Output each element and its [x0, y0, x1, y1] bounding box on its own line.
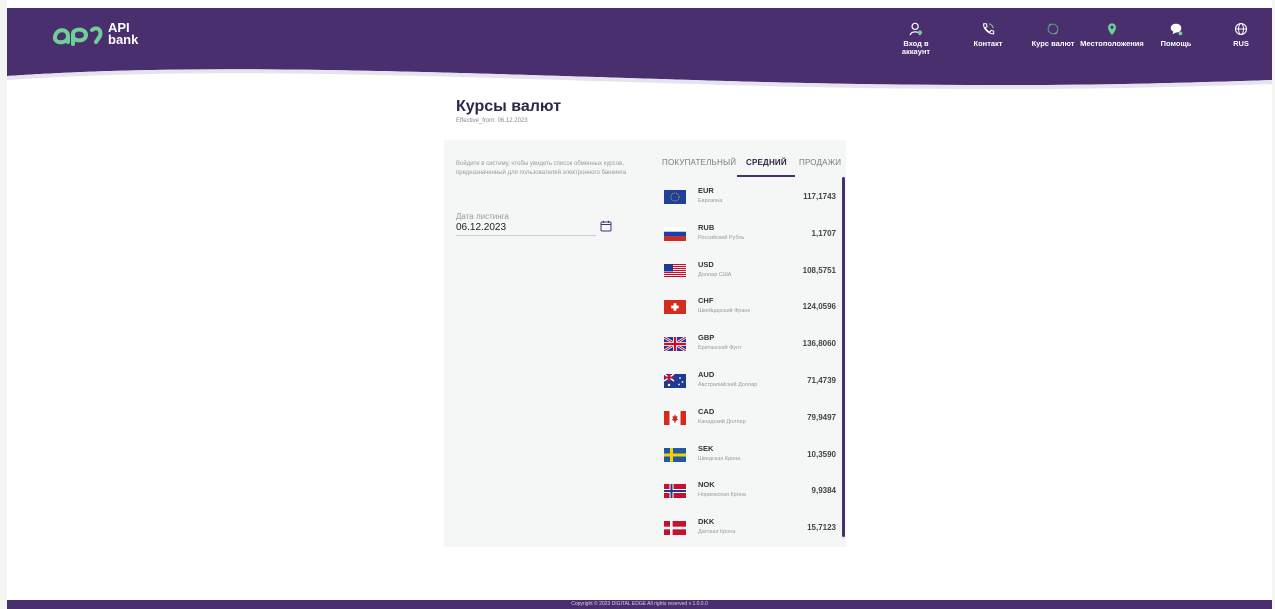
flag-dk-icon — [664, 521, 686, 536]
header-wave-decoration — [7, 69, 1272, 92]
flag-ca-icon — [664, 410, 686, 425]
logo-mark-icon — [53, 26, 103, 46]
flag-ch-icon — [664, 300, 686, 315]
flag-eu-icon — [664, 190, 686, 204]
currency-code: AUD — [698, 370, 715, 379]
flag-us-icon — [664, 263, 686, 278]
nav-locations-label: Местоположения — [1080, 39, 1144, 48]
active-tab-indicator — [737, 175, 795, 177]
rate-row-nok: NOK Норвежская Крона 9,9384 — [664, 476, 842, 512]
currency-code: GBP — [698, 333, 715, 343]
window-frame-left — [0, 0, 7, 609]
rate-value: 136,8060 — [802, 339, 836, 349]
tab-buying[interactable]: ПОКУПАТЕЛЬНЫЙ — [662, 158, 736, 167]
flag-se-icon — [664, 447, 686, 462]
rate-row-dkk: DKK Датская Крона 15,7123 — [664, 513, 842, 549]
bank-logo[interactable]: API bank — [52, 21, 139, 47]
currency-code: SEK — [698, 443, 714, 453]
currency-name: Еврозона — [698, 198, 723, 204]
location-pin-icon — [1108, 23, 1116, 36]
rate-value: 9,9384 — [811, 486, 836, 496]
nav-language-label: RUS — [1233, 39, 1249, 48]
currency-name: Датская Крона — [698, 529, 736, 536]
phone-icon — [983, 23, 995, 35]
currency-name: Британский Фунт — [698, 345, 742, 352]
nav-exchange-rates[interactable]: Курс валют — [1028, 22, 1078, 48]
currency-code: NOK — [698, 480, 715, 490]
logo-text-bank: bank — [108, 32, 139, 47]
currency-name: Шведская Крона — [698, 455, 741, 462]
currency-name: Канадский Доллар — [698, 418, 746, 425]
rate-row-eur: EUR Еврозона 117,1743 — [664, 182, 842, 218]
login-hint-text: Войдите в систему, чтобы увидеть список … — [456, 161, 627, 176]
rate-row-gbp: GBP Британский Фунт 136,8060 — [664, 329, 842, 365]
currency-name: Норвежская Крона — [698, 492, 746, 499]
logo-text: API bank — [108, 21, 139, 47]
top-header: API bank — [7, 8, 1272, 92]
currency-name: Доллар США — [698, 271, 732, 278]
nav-contact[interactable]: Контакт — [968, 22, 1008, 48]
rate-value: 10,3590 — [807, 449, 836, 459]
flag-gb-icon — [664, 337, 686, 352]
flag-no-icon — [664, 484, 686, 499]
tab-middle[interactable]: СРЕДНИЙ — [746, 158, 787, 167]
rate-value: 124,0596 — [802, 302, 836, 312]
flag-au-icon — [664, 374, 686, 388]
user-icon — [909, 22, 923, 36]
nav-help[interactable]: Помощь — [1158, 22, 1194, 48]
rate-row-cad: CAD Канадский Доллар 79,9497 — [664, 403, 842, 439]
nav-login-label-2: аккаунт — [901, 47, 931, 56]
nav-help-label: Помощь — [1160, 39, 1192, 48]
flag-ru-icon — [664, 226, 686, 241]
rate-value: 15,7123 — [807, 523, 836, 533]
currency-name: Российский Рубль — [698, 234, 745, 241]
currency-code: CAD — [698, 406, 715, 416]
tab-selling[interactable]: ПРОДАЖИ — [799, 158, 841, 167]
currency-name: Австралийский Доллар — [698, 382, 758, 388]
rate-row-sek: SEK Шведская Крона 10,3590 — [664, 440, 842, 476]
rate-value: 71,4739 — [807, 376, 836, 385]
footer: Copyright © 2023 DIGITAL EDGE All rights… — [7, 600, 1272, 609]
rate-row-usd: USD Доллар США 108,5751 — [664, 256, 842, 292]
calendar-icon[interactable] — [600, 220, 612, 232]
rate-value: 79,9497 — [807, 412, 836, 422]
currency-code: DKK — [698, 517, 715, 527]
copyright-text: Copyright © 2023 DIGITAL EDGE All rights… — [571, 601, 708, 607]
page-title: Курсы валют — [456, 98, 562, 115]
nav-contact-label: Контакт — [973, 39, 1003, 48]
exchange-rates-card: Войдите в систему, чтобы увидеть список … — [444, 140, 846, 547]
effective-date: Effective_from: 06.12.2023 — [456, 118, 528, 124]
rates-scrollbar-thumb[interactable] — [842, 177, 845, 537]
nav-locations[interactable]: Местоположения — [1080, 22, 1144, 48]
rate-value: 1,1707 — [811, 228, 836, 238]
rate-value: 117,1743 — [803, 192, 836, 201]
currency-icon — [1047, 23, 1059, 35]
listing-date-label: Дата листинга — [456, 212, 509, 221]
currency-name: Швейцарский Франк — [698, 308, 750, 315]
nav-language[interactable]: RUS — [1226, 22, 1256, 48]
listing-date-input[interactable] — [456, 222, 596, 236]
rate-row-chf: CHF Швейцарский Франк 124,0596 — [664, 292, 842, 328]
globe-icon — [1234, 22, 1248, 36]
currency-code: RUB — [698, 222, 715, 232]
currency-code: EUR — [698, 186, 714, 195]
rate-value: 108,5751 — [802, 265, 836, 275]
nav-login[interactable]: Вход в аккаунт — [896, 22, 936, 56]
currency-code: USD — [698, 259, 714, 269]
rate-row-rub: RUB Российский Рубль 1,1707 — [664, 219, 842, 255]
nav-exchange-rates-label: Курс валют — [1031, 39, 1075, 48]
rate-row-aud: AUD Австралийский Доллар 71,4739 — [664, 366, 842, 402]
currency-code: CHF — [698, 296, 714, 306]
chat-help-icon — [1170, 23, 1183, 36]
